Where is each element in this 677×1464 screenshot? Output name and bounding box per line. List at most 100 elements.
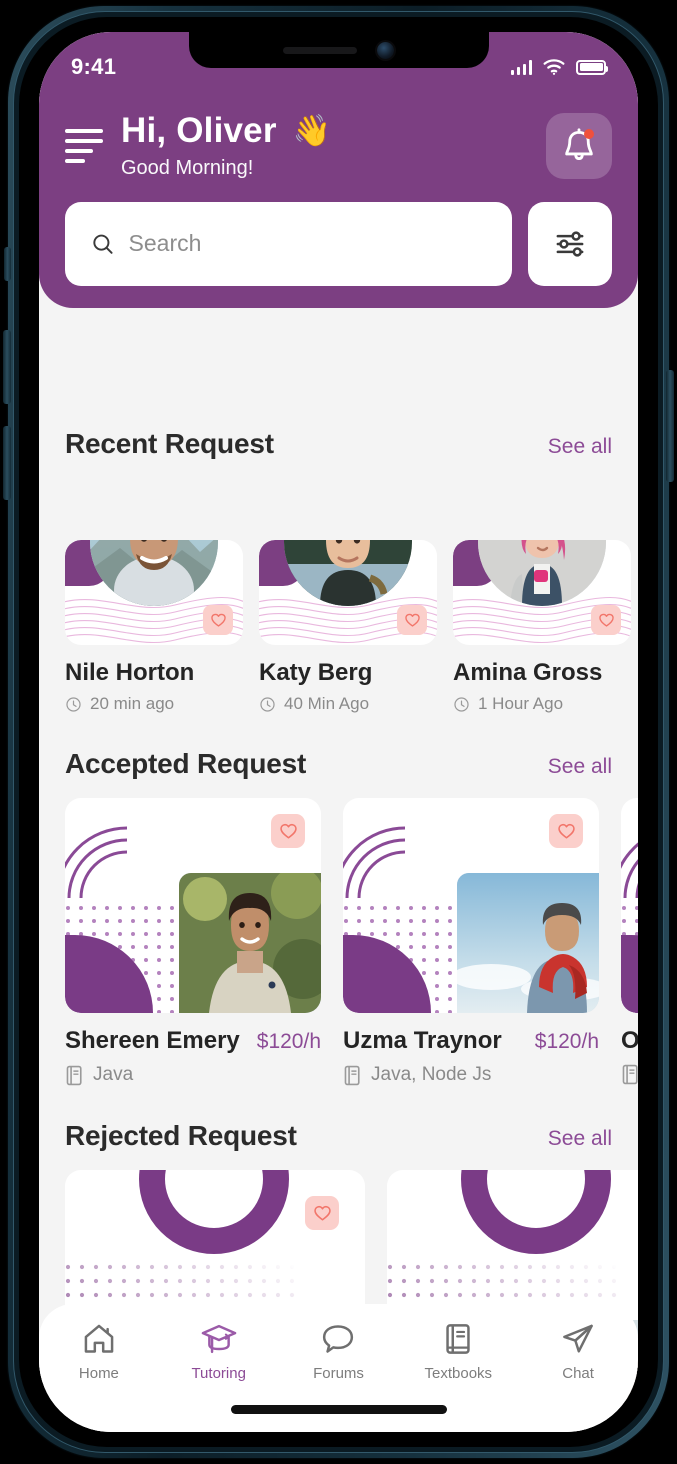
mute-switch-button[interactable] [4,247,11,281]
favorite-heart-button[interactable] [203,605,233,635]
recent-request-list[interactable]: Nile Horton 20 min ago Katy Berg 40 Min … [39,478,638,714]
filter-sliders-icon [556,231,584,257]
earpiece-speaker [283,46,357,54]
nav-item-chat[interactable]: Chat [518,1322,638,1382]
home-icon [84,1324,114,1353]
see-all-accepted-link[interactable]: See all [548,755,612,779]
tutor-photo [457,873,599,1013]
clock-icon [260,696,275,712]
search-icon [93,234,113,254]
section-header-rejected: Rejected Request See all [39,1120,638,1152]
greeting-row: Hi, Oliver 👋 Good Morning! [39,88,638,180]
favorite-heart-button[interactable] [397,605,427,635]
recent-request-card[interactable] [453,540,631,645]
nav-item-home[interactable]: Home [39,1322,159,1382]
list-item[interactable]: Uzma Traynor $120/h Java, Node Js [343,798,599,1086]
favorite-heart-button[interactable] [591,605,621,635]
tutor-photo [179,873,321,1013]
see-all-rejected-link[interactable]: See all [548,1127,612,1151]
section-header-accepted: Accepted Request See all [39,748,638,780]
subject-row: Java [65,1064,321,1086]
notification-button[interactable] [546,112,612,179]
list-item[interactable]: Katy Berg 40 Min Ago [259,478,437,714]
quarter-circle-decoration [621,935,638,1013]
greeting-title-text: Hi, Oliver [121,111,277,150]
accepted-request-card[interactable] [343,798,599,1013]
hamburger-menu-icon[interactable] [65,128,103,163]
volume-up-button[interactable] [3,330,11,404]
list-item[interactable]: Nile Horton 20 min ago [65,478,243,714]
list-item[interactable]: O [621,798,638,1086]
screenshot-stage: Recent Request See all Nile Horton 20 mi… [0,0,677,1464]
nav-item-textbooks[interactable]: Textbooks [398,1322,518,1382]
nav-item-tutoring[interactable]: Tutoring [159,1322,279,1382]
power-button[interactable] [666,370,674,482]
list-item[interactable]: Shereen Emery $120/h Java [65,798,321,1086]
book-icon [622,1064,638,1085]
search-input[interactable] [128,230,486,258]
subject-label: Java, Node Js [371,1064,492,1085]
nav-label: Home [78,1365,119,1382]
tutor-price: $120/h [256,1030,321,1053]
heart-outline-icon [557,823,575,839]
avatar [478,540,606,606]
tutor-name: Shereen Emery [65,1027,240,1054]
search-input-container[interactable] [65,201,512,286]
heart-outline-icon [313,1205,331,1221]
tutor-name: O [621,1027,638,1054]
wifi-icon [543,59,565,75]
section-title: Rejected Request [65,1120,297,1151]
accepted-request-card[interactable] [621,798,638,1013]
recent-request-card[interactable] [65,540,243,645]
accepted-request-list[interactable]: Shereen Emery $120/h Java Uzma Traynor $… [39,798,638,1086]
timestamp-label: 20 min ago [90,694,175,713]
signal-bars-icon [510,59,532,75]
nav-item-forums[interactable]: Forums [279,1322,399,1382]
recent-request-card[interactable] [259,540,437,645]
search-row [39,180,638,286]
send-paper-plane-icon [563,1324,593,1353]
greeting-subtitle: Good Morning! [121,156,254,179]
card-footer: Uzma Traynor $120/h [343,1027,599,1055]
person-name: Nile Horton [65,659,195,686]
nav-label: Forums [313,1365,364,1382]
portrait-photo [90,540,218,606]
tutor-name: Uzma Traynor [343,1027,502,1054]
avatar-image [90,540,218,606]
graduation-cap-icon [201,1324,236,1354]
notch [188,32,489,68]
timestamp-row: 40 Min Ago [259,694,437,714]
card-footer: Shereen Emery $120/h [65,1027,321,1055]
favorite-heart-button[interactable] [271,814,305,848]
favorite-heart-button[interactable] [305,1196,339,1230]
avatar [284,540,412,606]
heart-outline-icon [279,823,297,839]
tutor-price: $120/h [534,1030,599,1053]
see-all-recent-link[interactable]: See all [548,435,612,459]
heart-outline-icon [210,613,226,627]
heart-outline-icon [598,613,614,627]
book-icon [446,1324,470,1354]
section-header-recent: Recent Request See all [39,428,638,460]
list-item[interactable]: Amina Gross 1 Hour Ago [453,478,631,714]
portrait-photo [478,540,606,606]
filter-button[interactable] [528,201,612,286]
section-title: Accepted Request [65,748,307,779]
volume-down-button[interactable] [3,426,11,500]
battery-full-icon [576,59,608,75]
timestamp-row: 1 Hour Ago [453,694,631,714]
heart-outline-icon [404,613,420,627]
avatar-image [478,540,606,606]
subject-label: Java [93,1064,134,1085]
timestamp-label: 40 Min Ago [284,694,370,713]
page-title: Hi, Oliver 👋 [121,112,532,150]
person-name: Katy Berg [259,659,373,686]
clock-icon [454,696,469,712]
subject-row [621,1064,638,1085]
home-indicator[interactable] [230,1405,447,1414]
avatar-image [284,540,412,606]
accepted-request-card[interactable] [65,798,321,1013]
favorite-heart-button[interactable] [549,814,583,848]
